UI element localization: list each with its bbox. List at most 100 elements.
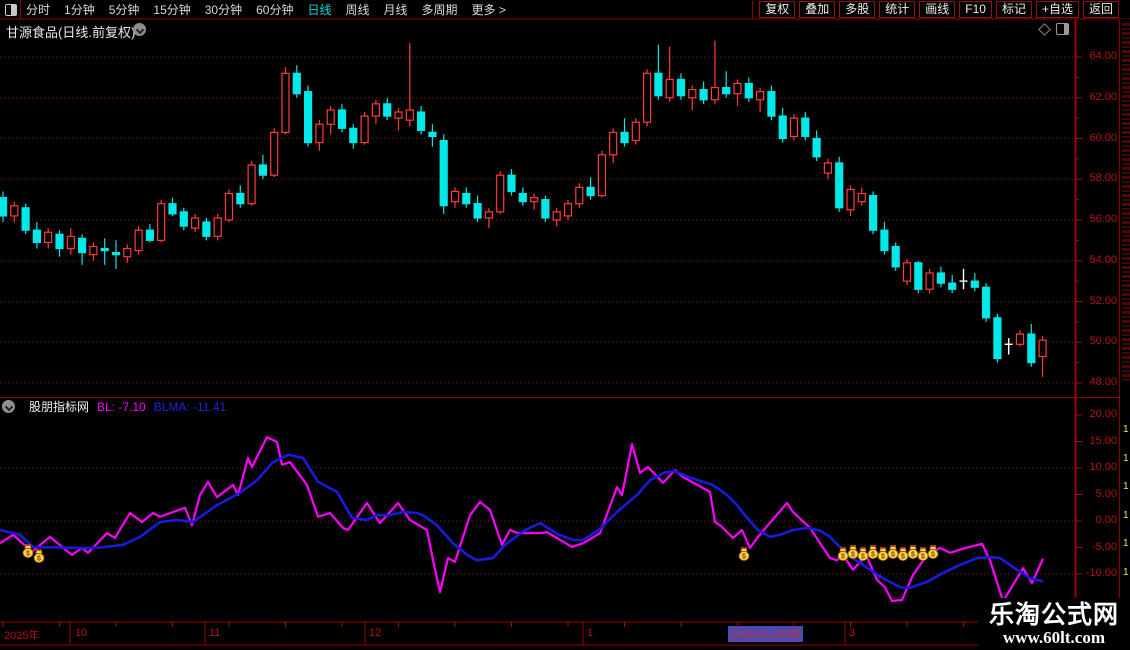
candle [733,79,742,106]
candle [812,130,821,161]
candle [473,195,482,223]
grid-lines [0,56,1075,575]
candle [304,85,313,147]
candle [123,244,132,263]
candle [925,268,934,294]
candle [970,272,979,292]
candle [44,228,53,249]
candle [654,44,663,100]
candle [450,187,460,208]
candle [642,69,652,127]
candle [247,160,256,206]
candle [213,213,222,241]
candle [281,67,290,135]
candle [405,42,414,127]
money-bag-icon: $ [917,547,929,562]
svg-text:$: $ [742,554,746,561]
sidebar-vertical-text [1122,23,1130,383]
candle [518,187,527,206]
candle [936,266,946,288]
sidebar-rank-digit: 1 [1123,481,1129,492]
candle [224,189,234,223]
candle [880,222,889,255]
money-bag-icon: $ [837,547,849,562]
candle [258,154,267,180]
svg-text:$: $ [37,556,41,563]
sidebar-rank-digit: 1 [1123,538,1129,549]
svg-text:$: $ [841,554,845,561]
candle [360,112,369,145]
pane-icon[interactable] [1056,23,1069,35]
sidebar-rank-digit: 1 [1123,452,1129,464]
candle [823,158,833,180]
chart-title-row: 甘源食品(日线.前复权) [0,20,1075,40]
money-bag-icon: $ [867,545,879,560]
candle [394,107,403,131]
candle [846,185,855,216]
svg-text:$: $ [851,552,855,559]
candle [439,134,448,214]
candle [428,124,437,147]
candle [631,118,640,145]
stock-title: 甘源食品(日线.前复权) [6,25,136,40]
svg-text:$: $ [931,552,935,559]
candle [507,169,516,196]
candle [417,105,426,135]
svg-text:$: $ [901,554,905,561]
chart-canvas[interactable]: $ $ $ $ $ $ $ $ $ $ $ $ $ [0,0,1130,650]
trading-app-window: $ $ $ $ $ $ $ $ $ $ $ $ $ 分时 1分钟 5分钟 15分钟 30分钟 60分钟 … [0,0,1130,650]
candle [722,71,731,98]
candle [1004,338,1013,355]
candle [326,105,335,135]
money-bag-icon: $ [857,547,869,562]
candle [563,199,573,220]
svg-text:$: $ [26,551,30,558]
candle [1038,336,1047,377]
candle [202,217,211,241]
candle [496,171,505,214]
candle [32,222,42,249]
candle [981,283,991,322]
candle [767,85,776,121]
indicator-header: 股朋指标网 BL: -7.10 BLMA: -11.41 [0,399,226,414]
candle [236,185,245,208]
candle [191,213,200,233]
svg-text:$: $ [921,554,925,561]
candle [1015,330,1025,347]
candle [168,197,177,216]
money-bag-icon: $ [877,547,889,562]
watermark-site-name: 乐淘公式网 [988,600,1119,629]
chevron-down-icon[interactable] [2,400,15,413]
candle [620,118,629,147]
svg-text:$: $ [911,552,915,559]
candle [55,230,64,257]
candle [778,107,787,143]
candle [0,191,8,223]
candle [699,81,708,104]
candle [948,275,957,294]
candle [292,65,301,98]
right-sidebar-strip[interactable]: 1 1 1 1 1 1 [1119,19,1130,650]
candle [744,77,753,102]
chevron-down-icon[interactable] [133,23,146,36]
candle [100,238,109,265]
bl-line [0,436,1045,603]
watermark: 乐淘公式网 www.60lt.com [978,598,1130,650]
bl-value: BL: -7.10 [97,399,146,414]
candle [835,156,844,212]
candle [959,268,968,290]
candle [270,128,279,178]
candle [10,201,19,223]
candle [552,207,561,227]
candle [484,207,493,229]
money-bag-icon: $ [897,547,909,562]
candle [77,234,87,265]
candle [21,203,30,235]
money-bag-icon: $ [927,545,939,560]
candle [676,73,686,100]
money-bag-icon: $ [738,547,750,562]
candle [529,193,539,210]
sidebar-rank-digit: 1 [1123,509,1129,521]
candle [462,187,471,208]
watermark-url: www.60lt.com [1003,627,1105,647]
